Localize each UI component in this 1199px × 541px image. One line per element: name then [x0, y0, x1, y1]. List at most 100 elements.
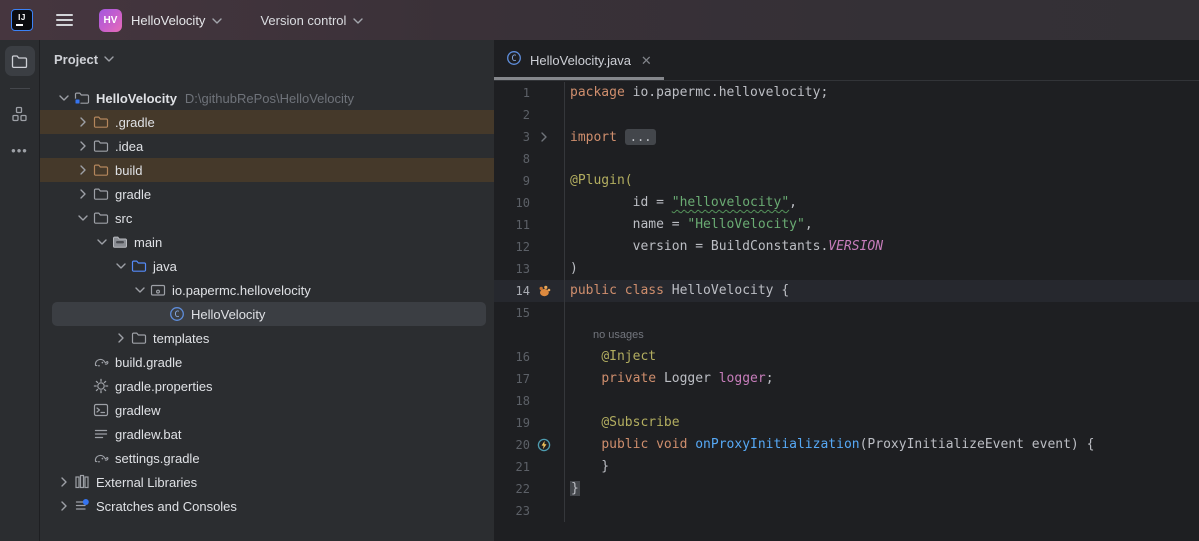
tree-item-build[interactable]: build: [40, 158, 494, 182]
gutter: 8: [494, 148, 565, 170]
project-view-title: Project: [54, 52, 98, 67]
fold-arrow-icon[interactable]: [530, 132, 557, 142]
code-line-21: 21 }: [494, 456, 1199, 478]
folder-icon: [130, 330, 147, 346]
project-toolwindow-button[interactable]: [5, 46, 35, 76]
project-selector[interactable]: HV HelloVelocity: [93, 5, 228, 36]
structure-icon: [12, 106, 28, 122]
tree-item-settings-gradle[interactable]: settings.gradle: [40, 446, 494, 470]
tree-item-external-libraries[interactable]: External Libraries: [40, 470, 494, 494]
editor-tabbar: C HelloVelocity.java ✕: [494, 40, 1199, 81]
sources-folder-icon: [130, 258, 147, 274]
code-line-3: 3import ...: [494, 126, 1199, 148]
usages-hint[interactable]: no usages: [593, 324, 644, 346]
terminal-icon: [92, 402, 109, 418]
main-menu-button[interactable]: [49, 5, 79, 35]
gutter: 2: [494, 104, 565, 126]
tree-item-label: .idea: [115, 139, 143, 154]
main-toolbar: IJ HV HelloVelocity Version control: [0, 0, 1199, 40]
stripe-divider: [10, 88, 30, 89]
chevron-right-icon[interactable]: [73, 117, 92, 127]
code-text: private Logger logger;: [565, 368, 774, 390]
editor-area: C HelloVelocity.java ✕ 1package io.paper…: [494, 40, 1199, 541]
code-text: [565, 148, 570, 170]
tree-item-templates[interactable]: templates: [40, 326, 494, 350]
more-toolwindows-button[interactable]: •••: [11, 143, 28, 158]
line-number: 17: [494, 368, 530, 390]
tree-item-label: build.gradle: [115, 355, 182, 370]
chevron-right-icon[interactable]: [73, 165, 92, 175]
tree-item-gradle-properties[interactable]: gradle.properties: [40, 374, 494, 398]
tree-item-label: gradlew.bat: [115, 427, 182, 442]
scratches-icon: [73, 498, 90, 514]
project-badge: HV: [99, 9, 122, 32]
code-line-1: 1package io.papermc.hellovelocity;: [494, 82, 1199, 104]
gutter: 1: [494, 82, 565, 104]
tree-item-label: gradle: [115, 187, 151, 202]
folder-icon: [92, 138, 109, 154]
code-text: }: [565, 456, 609, 478]
close-icon[interactable]: ✕: [641, 54, 652, 67]
gutter: 17: [494, 368, 565, 390]
tree-item--gradle[interactable]: .gradle: [40, 110, 494, 134]
tree-item-scratches-and-consoles[interactable]: Scratches and Consoles: [40, 494, 494, 518]
chevron-down-icon[interactable]: [54, 95, 73, 101]
tree-item-hellovelocity[interactable]: HelloVelocityD:\githubRePos\HelloVelocit…: [40, 86, 494, 110]
gutter: 3: [494, 126, 565, 148]
code-line-18: 18: [494, 390, 1199, 412]
line-number: 11: [494, 214, 530, 236]
chevron-down-icon[interactable]: [73, 215, 92, 221]
chevron-right-icon[interactable]: [73, 141, 92, 151]
code-text: @Inject: [565, 346, 656, 368]
project-view-header[interactable]: Project: [40, 40, 494, 78]
tree-item-build-gradle[interactable]: build.gradle: [40, 350, 494, 374]
line-number: 9: [494, 170, 530, 192]
tab-hellovelocity-java[interactable]: C HelloVelocity.java ✕: [494, 40, 664, 80]
folder-icon: [92, 210, 109, 226]
vcs-selector[interactable]: Version control: [254, 7, 369, 33]
tree-item-src[interactable]: src: [40, 206, 494, 230]
velocity-icon[interactable]: [530, 284, 557, 298]
line-number: 1: [494, 82, 530, 104]
class-icon: C: [168, 306, 185, 322]
gradle-icon: [92, 450, 109, 466]
gutter: 13: [494, 258, 565, 280]
chevron-right-icon[interactable]: [111, 333, 130, 343]
code-line-14: 14public class HelloVelocity {: [494, 280, 1199, 302]
code-line-12: 12 version = BuildConstants.VERSION: [494, 236, 1199, 258]
tree-item-java[interactable]: java: [40, 254, 494, 278]
tree-item-label: External Libraries: [96, 475, 197, 490]
chevron-right-icon[interactable]: [54, 501, 73, 511]
tree-item-label: src: [115, 211, 132, 226]
code-line-22: 22}: [494, 478, 1199, 500]
source-set-icon: [111, 234, 128, 250]
structure-toolwindow-button[interactable]: [5, 99, 35, 129]
code-text: ): [565, 258, 578, 280]
tree-item--idea[interactable]: .idea: [40, 134, 494, 158]
tree-item-gradle[interactable]: gradle: [40, 182, 494, 206]
tree-item-hellovelocity[interactable]: CHelloVelocity: [40, 302, 494, 326]
chevron-right-icon[interactable]: [54, 477, 73, 487]
package-icon: [149, 282, 166, 298]
intellij-logo-icon[interactable]: IJ: [11, 9, 33, 31]
chevron-right-icon[interactable]: [73, 189, 92, 199]
chevron-down-icon[interactable]: [92, 239, 111, 245]
code-editor[interactable]: 1package io.papermc.hellovelocity;23impo…: [494, 81, 1199, 541]
tab-label: HelloVelocity.java: [530, 53, 631, 68]
tree-item-gradlew[interactable]: gradlew: [40, 398, 494, 422]
folder-icon: [92, 162, 109, 178]
code-text: version = BuildConstants.VERSION: [565, 236, 883, 258]
gutter: 16: [494, 346, 565, 368]
tree-item-io-papermc-hellovelocity[interactable]: io.papermc.hellovelocity: [40, 278, 494, 302]
subscribe-event-icon[interactable]: [530, 438, 557, 452]
chevron-down-icon[interactable]: [130, 287, 149, 293]
svg-text:C: C: [511, 54, 516, 64]
gutter: [494, 324, 565, 346]
tree-item-gradlew-bat[interactable]: gradlew.bat: [40, 422, 494, 446]
gutter: 9: [494, 170, 565, 192]
gutter: 19: [494, 412, 565, 434]
line-number: 18: [494, 390, 530, 412]
chevron-down-icon[interactable]: [111, 263, 130, 269]
tree-item-main[interactable]: main: [40, 230, 494, 254]
code-text: public void onProxyInitialization(ProxyI…: [565, 434, 1094, 456]
